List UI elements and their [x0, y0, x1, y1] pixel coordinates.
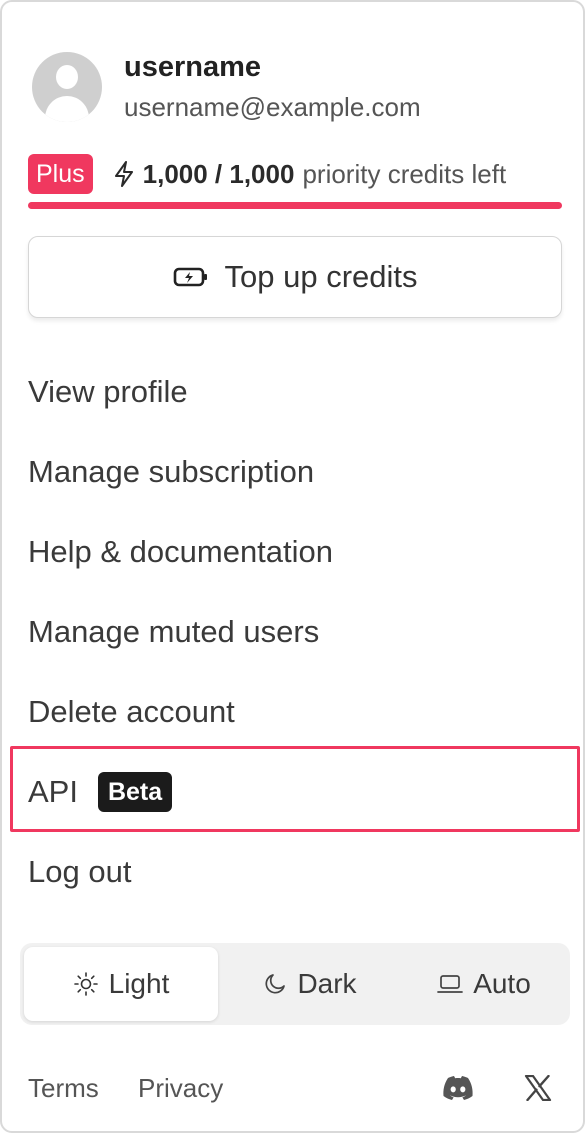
credits-count: 1,000 / 1,000 — [142, 158, 295, 189]
menu-item-delete-account[interactable]: Delete account — [28, 687, 235, 737]
laptop-icon — [437, 975, 464, 993]
beta-badge: Beta — [97, 772, 173, 812]
menu-item-manage-subscription[interactable]: Manage subscription — [28, 447, 314, 497]
avatar — [32, 52, 102, 122]
discord-icon[interactable] — [438, 1068, 478, 1108]
theme-option-dark[interactable]: Dark — [218, 947, 402, 1021]
credits-progress-fill — [28, 202, 562, 209]
menu-item-api[interactable]: API Beta — [28, 767, 173, 817]
credits-row: Plus 1,000 / 1,000 priority credits left — [28, 154, 562, 194]
theme-option-dark-label: Dark — [297, 968, 357, 999]
credits-label: priority credits left — [302, 158, 507, 189]
menu-item-log-out[interactable]: Log out — [28, 847, 131, 897]
menu-item-api-label: API — [28, 774, 78, 809]
sun-icon — [73, 972, 98, 996]
menu-item-view-profile[interactable]: View profile — [28, 367, 188, 417]
moon-icon — [265, 974, 286, 994]
credits-progress-bar — [28, 202, 562, 209]
account-menu-panel: username username@example.com Plus 1,000… — [0, 0, 585, 1133]
theme-switcher: Light Dark Auto — [20, 943, 570, 1025]
battery-charging-icon — [173, 267, 207, 287]
theme-option-light-label: Light — [108, 968, 170, 999]
user-profile: username username@example.com — [32, 49, 421, 125]
theme-option-auto[interactable]: Auto — [402, 947, 566, 1021]
menu-item-manage-muted-users[interactable]: Manage muted users — [28, 607, 319, 657]
top-up-credits-label: Top up credits — [224, 259, 418, 294]
menu-item-help-documentation[interactable]: Help & documentation — [28, 527, 333, 577]
theme-option-light[interactable]: Light — [24, 947, 218, 1021]
theme-option-auto-label: Auto — [473, 968, 531, 999]
terms-link[interactable]: Terms — [28, 1068, 99, 1108]
x-icon[interactable] — [518, 1068, 558, 1108]
lightning-icon — [114, 161, 133, 187]
plan-badge: Plus — [28, 154, 93, 194]
username: username — [124, 51, 262, 83]
user-email: username@example.com — [124, 92, 421, 122]
privacy-link[interactable]: Privacy — [138, 1068, 223, 1108]
top-up-credits-button[interactable]: Top up credits — [28, 236, 562, 318]
